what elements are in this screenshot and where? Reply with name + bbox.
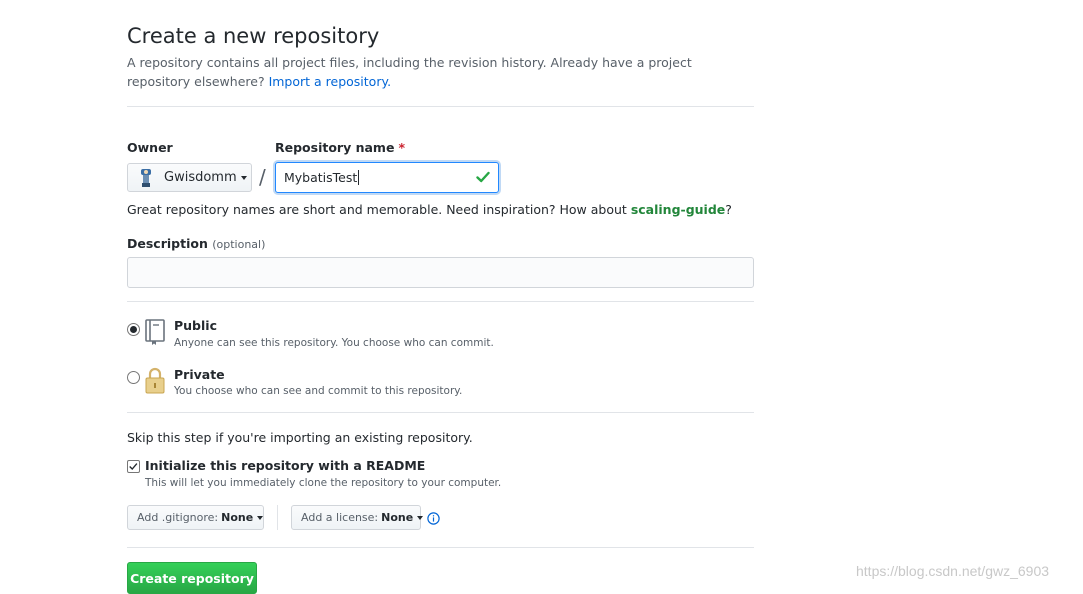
page-subtitle: A repository contains all project files,…: [127, 53, 737, 91]
owner-dropdown[interactable]: Gwisdomm: [127, 163, 252, 192]
checkmark-icon: [129, 463, 138, 471]
license-value: None: [381, 511, 414, 524]
create-repository-button[interactable]: Create repository: [127, 562, 257, 594]
repo-name-label-text: Repository name: [275, 140, 395, 155]
repository-name-value: MybatisTest: [284, 170, 358, 185]
chevron-down-icon: [257, 515, 264, 520]
chevron-down-icon: [417, 515, 424, 520]
watermark-text: https://blog.csdn.net/gwz_6903: [856, 563, 1050, 579]
private-radio[interactable]: [127, 371, 140, 384]
license-dropdown[interactable]: Add a license: None: [291, 505, 424, 530]
gitignore-value: None: [221, 511, 254, 524]
readme-label: Initialize this repository with a README: [145, 458, 426, 473]
text-cursor: [358, 170, 360, 185]
gitignore-dropdown[interactable]: Add .gitignore: None: [127, 505, 264, 530]
skip-note: Skip this step if you're importing an ex…: [127, 430, 473, 445]
owner-value: Gwisdomm: [164, 170, 237, 185]
name-hint: Great repository names are short and mem…: [127, 202, 732, 217]
public-radio[interactable]: [127, 323, 140, 336]
divider: [127, 106, 754, 107]
owner-label: Owner: [127, 140, 173, 155]
subtitle-text: A repository contains all project files,…: [127, 55, 692, 89]
license-prefix: Add a license:: [301, 511, 379, 524]
optional-tag: (optional): [212, 238, 266, 251]
private-note: You choose who can see and commit to thi…: [174, 385, 463, 397]
chevron-down-icon: [240, 175, 247, 180]
divider: [127, 412, 754, 413]
button-separator: [277, 505, 278, 530]
hint-suffix: ?: [725, 202, 732, 217]
public-title: Public: [174, 318, 217, 333]
info-icon[interactable]: [427, 512, 440, 525]
gitignore-prefix: Add .gitignore:: [137, 511, 219, 524]
description-input[interactable]: [127, 257, 754, 288]
check-icon: [476, 171, 490, 183]
name-suggestion-link[interactable]: scaling-guide: [631, 202, 725, 217]
readme-checkbox[interactable]: [127, 460, 140, 473]
divider: [127, 301, 754, 302]
repo-book-icon: [145, 319, 165, 345]
import-repository-link[interactable]: Import a repository.: [269, 74, 392, 89]
page-title: Create a new repository: [127, 24, 380, 48]
divider: [127, 547, 754, 548]
avatar-icon: [141, 168, 151, 187]
public-note: Anyone can see this repository. You choo…: [174, 337, 494, 349]
description-label-text: Description: [127, 236, 208, 251]
hint-text: Great repository names are short and mem…: [127, 202, 627, 217]
owner-repo-separator: /: [259, 165, 266, 189]
private-title: Private: [174, 367, 225, 382]
repository-name-input[interactable]: MybatisTest: [275, 162, 499, 193]
repo-name-label: Repository name *: [275, 140, 405, 155]
required-mark: *: [398, 140, 405, 155]
lock-icon: [145, 367, 165, 394]
readme-note: This will let you immediately clone the …: [145, 477, 502, 489]
description-label: Description (optional): [127, 236, 265, 251]
